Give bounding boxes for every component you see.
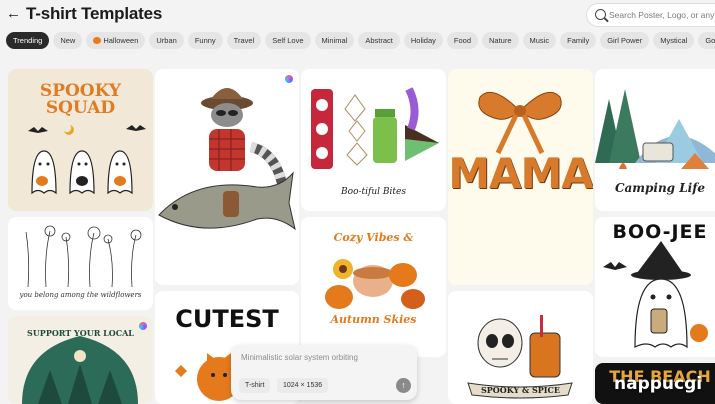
template-text: you belong among the wildflowers: [19, 291, 142, 299]
prompt-input[interactable]: [241, 353, 409, 369]
chip-nature[interactable]: Nature: [482, 32, 519, 49]
search-icon: [595, 9, 606, 20]
chip-food[interactable]: Food: [446, 32, 478, 49]
chip-minimal[interactable]: Minimal: [314, 32, 355, 49]
chip-label: New: [60, 36, 76, 45]
chip-urban[interactable]: Urban: [149, 32, 184, 49]
ghost-illustration: [28, 125, 146, 195]
chip-label: Family: [567, 36, 590, 45]
page-title: T-shirt Templates: [26, 4, 163, 23]
template-card-bootiful-bites[interactable]: Boo-tiful Bites: [301, 69, 446, 211]
chip-label: Travel: [233, 36, 255, 45]
page: ← T-shirt Templates Trending New Hallowe…: [0, 0, 715, 404]
template-card-cozy-vibes[interactable]: Cozy Vibes & Autumn Skies: [301, 217, 446, 357]
chip-label: Mystical: [660, 36, 688, 45]
chip-travel[interactable]: Travel: [226, 32, 262, 49]
template-card-wildflowers[interactable]: you belong among the wildflowers: [8, 217, 153, 310]
chip-family[interactable]: Family: [560, 32, 597, 49]
chip-label: Food: [453, 36, 471, 45]
chip-funny[interactable]: Funny: [187, 32, 223, 49]
template-card-support-local[interactable]: SUPPORT YOUR LOCAL: [8, 316, 153, 404]
search-box[interactable]: [586, 3, 715, 27]
category-chips: Trending New Halloween Urban Funny Trave…: [6, 32, 715, 50]
chip-holiday[interactable]: Holiday: [403, 32, 443, 49]
search-input[interactable]: [609, 7, 715, 23]
template-text: Camping Life: [614, 181, 706, 195]
chip-label: Abstract: [365, 36, 393, 45]
chip-music[interactable]: Music: [522, 32, 557, 49]
size-selector-chip[interactable]: 1024 × 1536: [277, 378, 329, 393]
send-arrow-up-icon[interactable]: ↑: [396, 378, 411, 393]
template-text: Autumn Skies: [330, 313, 417, 326]
template-card-raccoon-fish[interactable]: [155, 69, 299, 285]
pumpkin-icon: [93, 37, 102, 44]
chip-gothic[interactable]: Gothic: [698, 32, 715, 49]
chip-label: Girl Power: [607, 36, 643, 45]
chip-label: Nature: [489, 36, 512, 45]
template-card-spooky-spice[interactable]: SPOOKY & SPICE: [448, 291, 593, 404]
chip-halloween[interactable]: Halloween: [86, 32, 146, 49]
chip-new[interactable]: New: [53, 32, 83, 49]
chip-self-love[interactable]: Self Love: [265, 32, 311, 49]
template-text: SUPPORT YOUR LOCAL: [27, 328, 134, 338]
template-card-spooky-squad[interactable]: SPOOKY SQUAD: [8, 69, 153, 211]
chip-label: Urban: [156, 36, 177, 45]
chip-label: Holiday: [410, 36, 436, 45]
chip-label: Halloween: [103, 36, 139, 45]
chip-abstract[interactable]: Abstract: [358, 32, 400, 49]
raccoon-illustration: [158, 88, 296, 231]
prompt-box: T-shirt 1024 × 1536 ↑: [231, 345, 417, 400]
autumn-illustration: [325, 259, 425, 309]
template-card-camping-life[interactable]: Camping Life: [595, 69, 715, 211]
template-card-boo-jee[interactable]: BOO-JEE: [595, 217, 715, 357]
chip-girl-power[interactable]: Girl Power: [600, 32, 650, 49]
template-text: SPOOKY & SPICE: [481, 385, 560, 395]
arrow-left-icon[interactable]: ←: [6, 6, 22, 22]
chip-trending[interactable]: Trending: [6, 32, 50, 49]
template-card-mama[interactable]: MAMA: [448, 69, 593, 285]
chip-mystical[interactable]: Mystical: [653, 32, 695, 49]
chip-label: Funny: [194, 36, 216, 45]
template-text: MAMA: [448, 149, 593, 198]
ghost-witch-illustration: [603, 241, 708, 349]
chip-label: Music: [529, 36, 550, 45]
template-text: Boo-tiful Bites: [341, 187, 406, 197]
chip-label: Self Love: [272, 36, 304, 45]
watermark-logo: nappucgi: [614, 374, 703, 394]
chip-label: Minimal: [321, 36, 348, 45]
chip-label: Gothic: [705, 36, 715, 45]
header: ← T-shirt Templates: [0, 0, 715, 30]
chip-label: Trending: [13, 36, 43, 45]
type-selector-chip[interactable]: T-shirt: [239, 378, 271, 393]
